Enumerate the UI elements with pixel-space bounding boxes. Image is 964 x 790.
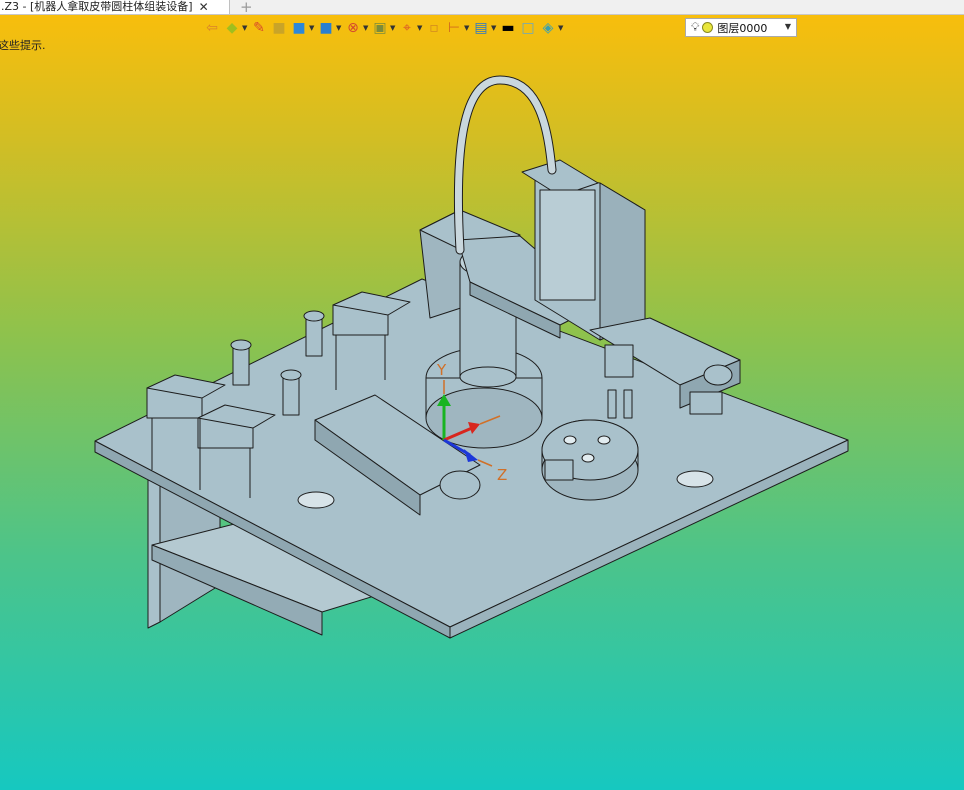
target-button[interactable]: ⌖ ▼ — [398, 17, 423, 39]
table-hole-left — [297, 491, 335, 509]
face-color-button[interactable]: □ — [519, 17, 537, 39]
layers-button[interactable]: ◈ ▼ — [539, 17, 564, 39]
target-icon: ⌖ — [403, 20, 411, 36]
line-color-icon: ▬ — [501, 20, 515, 36]
rotary-hole-1 — [563, 435, 577, 445]
frame-button[interactable]: ▣ ▼ — [371, 17, 396, 39]
axis-z-label: Z — [497, 466, 507, 484]
import-button[interactable]: ⇦ — [203, 17, 221, 39]
pencil-button[interactable]: ✎ — [250, 17, 268, 39]
layer-dropdown-value: 图层0000 — [717, 21, 768, 35]
monitor-icon: ▤ — [474, 20, 488, 36]
measure-button[interactable]: ⊢ ▼ — [445, 17, 470, 39]
measure-icon: ⊢ — [447, 20, 461, 36]
rotary-hole-2 — [597, 435, 611, 445]
solid-button[interactable]: ■ ▼ — [290, 17, 315, 39]
sphere-icon: ⊗ — [347, 20, 359, 36]
document-tab-title: .Z3 - [机器人拿取皮带圆柱体组装设备] — [1, 0, 193, 13]
close-icon[interactable]: ✕ — [199, 0, 209, 14]
monitor-button[interactable]: ▤ ▼ — [472, 17, 497, 39]
square-button[interactable]: ▫ — [425, 17, 443, 39]
chevron-down-icon[interactable]: ▼ — [363, 24, 369, 32]
table-hole-right — [676, 470, 714, 488]
chevron-down-icon[interactable]: ▼ — [336, 24, 342, 32]
chevron-down-icon[interactable]: ▼ — [491, 24, 497, 32]
pencil-icon: ✎ — [253, 20, 265, 36]
layers-icon: ◈ — [542, 20, 554, 36]
import-icon: ⇦ — [206, 20, 218, 36]
cylinder-3-top — [303, 310, 325, 322]
sphere-button[interactable]: ⊗ ▼ — [344, 17, 369, 39]
rotary-hole-3 — [581, 453, 595, 463]
gripper-finger-right — [623, 389, 633, 419]
fill-button[interactable]: ◆ ▼ — [223, 17, 248, 39]
chevron-down-icon[interactable]: ▼ — [390, 24, 396, 32]
3d-viewport[interactable]: Y Z 这些提示. ⇦ ◆ ▼ ✎ ■ ■ ▼ ■ ▼ ⊗ ▼ ▣ ▼ ⌖ ▼ ▫ ⊢ ▼ ▤ ▼ ▬ □ ◈ ▼ 💡︎ 图层… — [0, 15, 964, 790]
chevron-down-icon[interactable]: ▼ — [242, 24, 248, 32]
cylinder-2 — [282, 374, 300, 416]
chevron-down-icon[interactable]: ▼ — [785, 22, 791, 31]
layer-dropdown[interactable]: 💡︎ 图层0000 ▼ — [685, 18, 797, 37]
gripper-block — [604, 344, 634, 378]
conveyor-right-motor — [689, 391, 723, 415]
document-tab-bar: .Z3 - [机器人拿取皮带圆柱体组装设备] ✕ + — [0, 0, 964, 16]
chevron-down-icon[interactable]: ▼ — [464, 24, 470, 32]
new-tab-icon[interactable]: + — [240, 0, 253, 16]
cylinder-2-top — [280, 369, 302, 381]
square-icon: ▫ — [429, 20, 439, 36]
frame-icon: ▣ — [373, 20, 387, 36]
conveyor-left-roller — [439, 470, 481, 500]
robot-z-tower-inner — [539, 189, 596, 301]
gripper-finger-left — [607, 389, 617, 419]
chevron-down-icon[interactable]: ▼ — [309, 24, 315, 32]
layer-color-icon — [702, 22, 714, 33]
shaded-icon: ■ — [319, 20, 333, 36]
solid-icon: ■ — [292, 20, 306, 36]
robot-column-bottom — [459, 366, 517, 388]
line-color-button[interactable]: ▬ — [499, 17, 517, 39]
assembly-model: Y Z — [94, 75, 849, 639]
axis-y-label: Y — [436, 361, 447, 379]
box-button[interactable]: ■ — [270, 17, 288, 39]
robot-z-tower-front — [599, 182, 646, 341]
box-icon: ■ — [272, 20, 286, 36]
conveyor-right-roller — [703, 364, 733, 386]
fill-icon: ◆ — [226, 20, 238, 36]
status-hint: 这些提示. — [0, 39, 46, 52]
document-tab[interactable]: .Z3 - [机器人拿取皮带圆柱体组装设备] ✕ — [0, 0, 230, 14]
view-toolbar: ⇦ ◆ ▼ ✎ ■ ■ ▼ ■ ▼ ⊗ ▼ ▣ ▼ ⌖ ▼ ▫ ⊢ ▼ ▤ ▼ ▬ □ ◈ ▼ — [203, 17, 564, 39]
lightbulb-icon[interactable]: 💡︎ — [691, 20, 699, 35]
cylinder-1-top — [230, 339, 252, 351]
chevron-down-icon[interactable]: ▼ — [558, 24, 564, 32]
rotary-motor — [544, 459, 574, 481]
chevron-down-icon[interactable]: ▼ — [417, 24, 423, 32]
face-color-icon: □ — [521, 20, 535, 36]
cylinder-1 — [232, 344, 250, 386]
cylinder-3 — [305, 315, 323, 357]
shaded-button[interactable]: ■ ▼ — [317, 17, 342, 39]
